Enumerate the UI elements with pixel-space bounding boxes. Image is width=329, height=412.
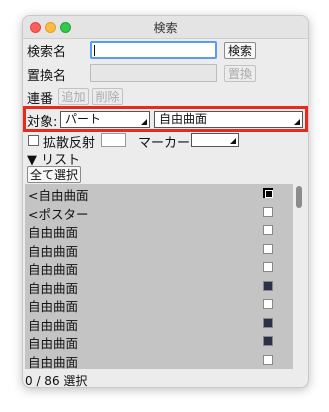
list-item[interactable]: <自由曲面 bbox=[25, 184, 293, 203]
window-title: 検索 bbox=[153, 21, 178, 35]
replace-button[interactable]: 置換 bbox=[224, 65, 256, 82]
dropdown-arrow-icon bbox=[230, 138, 236, 144]
swatch-icon[interactable] bbox=[263, 317, 273, 328]
list-item[interactable]: 自由曲面 bbox=[25, 351, 293, 369]
swatch-icon[interactable] bbox=[263, 280, 273, 291]
list-item[interactable]: 自由曲面 bbox=[25, 314, 293, 333]
list-item[interactable]: 自由曲面 bbox=[25, 277, 293, 296]
list-item[interactable]: 自由曲面 bbox=[25, 240, 293, 259]
selection-status: 0 / 86 選択 bbox=[25, 374, 88, 388]
list-item[interactable]: <ポスター bbox=[25, 203, 293, 222]
item-list[interactable]: <自由曲面 <ポスター 自由曲面 自由曲面 自由曲面 自由曲面 自由曲面 自由曲… bbox=[25, 184, 293, 369]
diffuse-checkbox[interactable] bbox=[28, 135, 39, 146]
replace-input[interactable] bbox=[90, 64, 217, 82]
swatch-icon[interactable] bbox=[263, 188, 273, 198]
list-item[interactable]: 自由曲面 bbox=[25, 258, 293, 277]
search-button[interactable]: 検索 bbox=[224, 42, 256, 59]
swatch-icon[interactable] bbox=[263, 354, 273, 365]
marker-select[interactable] bbox=[191, 133, 239, 147]
search-label: 検索名 bbox=[27, 45, 67, 60]
serial-label: 連番 bbox=[27, 92, 54, 107]
delete-button[interactable]: 削除 bbox=[92, 88, 123, 105]
swatch-icon[interactable] bbox=[263, 225, 273, 235]
swatch-icon[interactable] bbox=[263, 299, 273, 309]
swatch-icon[interactable] bbox=[263, 336, 273, 346]
title-bar[interactable]: 検索 bbox=[23, 16, 308, 39]
diffuse-value-field[interactable] bbox=[101, 133, 126, 147]
swatch-icon[interactable] bbox=[263, 206, 273, 217]
add-button[interactable]: 追加 bbox=[58, 88, 89, 105]
marker-label: マーカー bbox=[138, 136, 191, 151]
list-item[interactable]: 自由曲面 bbox=[25, 332, 293, 351]
swatch-icon[interactable] bbox=[263, 243, 273, 254]
highlight-box bbox=[23, 106, 308, 132]
list-scrollbar[interactable] bbox=[296, 186, 302, 208]
select-all-button[interactable]: 全て選択 bbox=[27, 166, 81, 183]
replace-label: 置換名 bbox=[27, 69, 67, 84]
list-item[interactable]: 自由曲面 bbox=[25, 295, 293, 314]
search-input[interactable] bbox=[90, 41, 217, 59]
list-item[interactable]: 自由曲面 bbox=[25, 221, 293, 240]
swatch-icon[interactable] bbox=[263, 262, 273, 272]
text-cursor bbox=[94, 45, 95, 56]
search-window: 検索 検索名 検索 置換名 置換 連番 追加 削除 対象: パート 自由曲面 拡… bbox=[22, 15, 309, 388]
